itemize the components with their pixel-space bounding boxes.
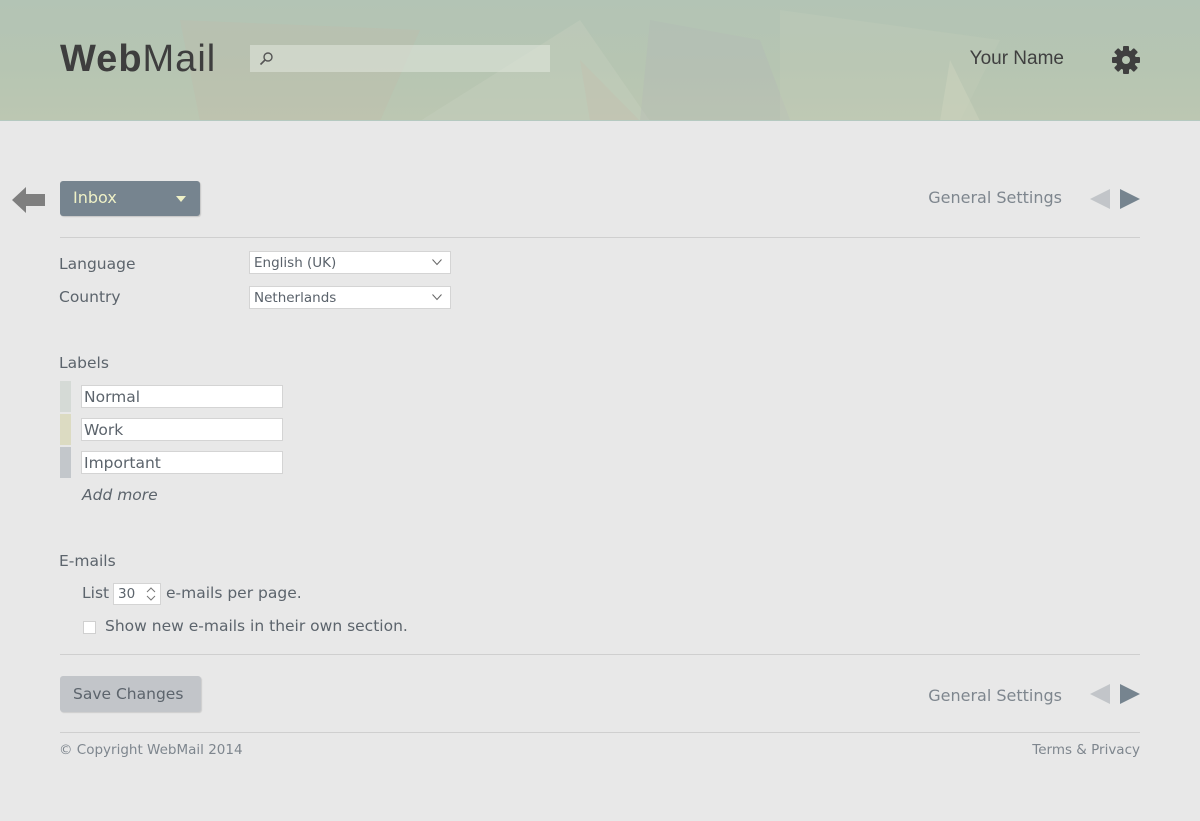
label-color-swatch[interactable] [60,447,71,478]
arrow-left-icon[interactable] [12,186,46,214]
labels-section-title: Labels [59,354,109,372]
list-suffix-text: e-mails per page. [166,584,302,602]
emails-per-page-stepper[interactable] [113,583,161,605]
folder-dropdown-label: Inbox [73,188,117,207]
triangle-left-icon[interactable] [1090,684,1110,704]
search-input[interactable] [280,45,545,72]
caret-down-icon [176,196,186,202]
language-label: Language [59,255,136,273]
chevron-down-icon [432,259,442,266]
copyright-text: © Copyright WebMail 2014 [59,742,243,758]
divider [60,237,1140,238]
list-prefix-text: List [82,584,110,602]
gear-icon[interactable] [1111,45,1141,75]
triangle-right-icon[interactable] [1120,189,1140,209]
emails-per-page-input[interactable] [118,585,146,603]
label-color-swatch[interactable] [60,381,71,412]
add-more-labels-link[interactable]: Add more [82,485,158,505]
stepper-arrows-icon[interactable] [146,587,156,601]
language-select[interactable]: English (UK) [249,251,451,274]
save-changes-button[interactable]: Save Changes [60,676,201,712]
label-color-swatch[interactable] [60,414,71,445]
logo-bold-text: Web [60,38,143,80]
section-nav-title: General Settings [928,188,1062,207]
emails-section-title: E-mails [59,552,116,570]
divider [60,654,1140,655]
label-name-input[interactable] [81,385,283,408]
triangle-right-icon[interactable] [1120,684,1140,704]
user-name[interactable]: Your Name [970,47,1064,71]
show-new-emails-label[interactable]: Show new e-mails in their own section. [105,616,408,636]
label-name-input[interactable] [81,418,283,441]
logo-light-text: Mail [142,38,217,80]
header: WebMail Your Name [0,0,1200,121]
section-nav-title: General Settings [928,686,1062,705]
chevron-down-icon [432,294,442,301]
terms-privacy-link[interactable]: Terms & Privacy [1032,741,1140,759]
search-box[interactable] [250,45,550,72]
folder-dropdown[interactable]: Inbox [60,181,200,216]
country-select[interactable]: Netherlands [249,286,451,309]
app-logo[interactable]: WebMail [60,38,216,80]
language-select-value: English (UK) [254,255,337,271]
label-name-input[interactable] [81,451,283,474]
country-select-value: Netherlands [254,290,337,306]
triangle-left-icon[interactable] [1090,189,1110,209]
search-icon [259,52,273,66]
divider [60,732,1140,733]
country-label: Country [59,288,121,306]
show-new-emails-checkbox[interactable] [83,621,96,634]
